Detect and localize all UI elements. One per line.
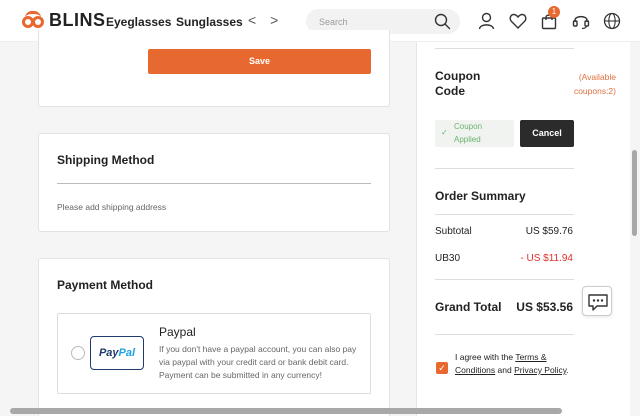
logo[interactable]: BLINS: [22, 10, 106, 31]
grand-total-value: US $53.56: [516, 300, 573, 314]
paypal-radio[interactable]: [71, 346, 85, 360]
paypal-logo: Pay Pal: [90, 336, 144, 370]
subtotal-value: US $59.76: [525, 226, 573, 237]
subtotal-label: Subtotal: [435, 226, 472, 237]
privacy-link[interactable]: Privacy Policy: [514, 365, 566, 375]
coupon-applied-text: Coupon Applied: [454, 122, 483, 144]
glasses-logo-icon: [22, 10, 48, 31]
order-sidebar: Coupon Code (Available coupons:2) ✓ Coup…: [416, 42, 630, 416]
nav-scroll-arrows[interactable]: < >: [248, 12, 283, 28]
horizontal-scrollbar[interactable]: [10, 408, 562, 414]
order-summary-title: Order Summary: [435, 189, 526, 203]
grand-total-label: Grand Total: [435, 300, 502, 314]
shipping-method-title: Shipping Method: [57, 153, 155, 167]
logo-text: BLINS: [49, 10, 106, 30]
vertical-scrollbar[interactable]: [632, 150, 637, 236]
check-icon: ✓: [441, 128, 448, 137]
available-coupons-link[interactable]: (Available coupons:2): [556, 70, 616, 98]
headset-icon[interactable]: [572, 12, 590, 30]
nav-eyeglasses[interactable]: Eyeglasses: [106, 15, 171, 29]
payment-option-name: Paypal: [159, 325, 196, 339]
paypal-option[interactable]: Pay Pal Paypal If you don't have a paypal…: [57, 313, 371, 394]
divider: [435, 214, 574, 215]
save-button[interactable]: Save: [148, 49, 371, 74]
chat-icon[interactable]: [582, 286, 612, 316]
divider: [435, 279, 574, 280]
search-input[interactable]: [319, 14, 419, 29]
nav-sunglasses[interactable]: Sunglasses: [176, 15, 243, 29]
discount-label: UB30: [435, 253, 461, 264]
agree-checkbox[interactable]: ✓: [436, 362, 448, 374]
globe-icon[interactable]: [603, 12, 621, 30]
divider: [435, 48, 574, 49]
divider: [435, 334, 574, 335]
heart-icon[interactable]: [509, 12, 527, 30]
shipping-message: Please add shipping address: [57, 202, 167, 212]
coupon-code-label: Coupon Code: [435, 69, 481, 98]
divider: [435, 168, 574, 169]
agree-text: I agree with the Terms & Conditions and …: [455, 352, 569, 375]
coupon-applied-status: ✓ Coupon Applied: [435, 120, 514, 147]
cancel-coupon-button[interactable]: Cancel: [520, 120, 574, 147]
discount-value: - US $11.94: [520, 253, 573, 264]
divider: [57, 183, 371, 184]
payment-method-title: Payment Method: [57, 278, 154, 292]
user-icon[interactable]: [478, 12, 495, 30]
payment-option-description: If you don't have a paypal account, you …: [159, 344, 357, 380]
search-icon[interactable]: [434, 13, 451, 30]
cart-count-badge: 1: [548, 6, 560, 18]
